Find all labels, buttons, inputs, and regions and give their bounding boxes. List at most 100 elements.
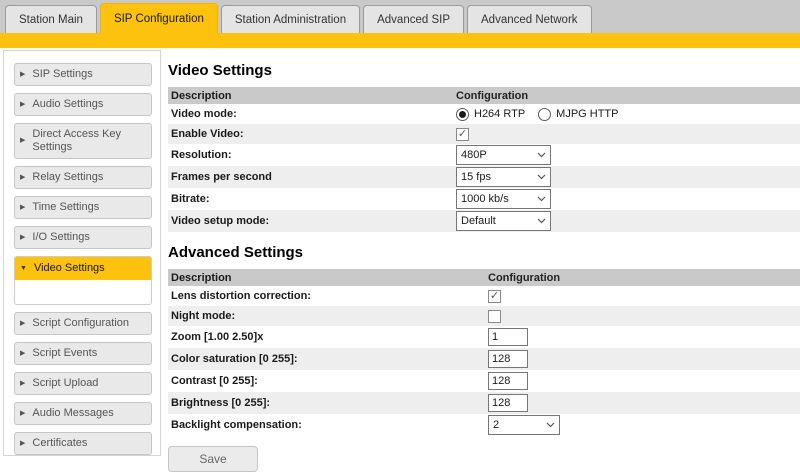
chevron-down-icon: [537, 218, 546, 224]
sidebar-item-script-configuration[interactable]: ▶ Script Configuration: [14, 312, 152, 335]
select-bitrate[interactable]: 1000 kb/s: [456, 189, 551, 209]
sidebar-item-certificates[interactable]: ▶ Certificates: [14, 432, 152, 455]
sidebar-item-label: I/O Settings: [32, 231, 89, 244]
sidebar-item-i-o-settings[interactable]: ▶I/O Settings: [14, 226, 152, 249]
sidebar-item-label: Audio Settings: [32, 98, 103, 111]
row-configuration: H264 RTP MJPG HTTP: [456, 108, 800, 121]
sidebar-item-label: Video Settings: [34, 262, 105, 274]
sidebar-item-label: Certificates: [32, 437, 87, 450]
column-header-label: Configuration: [488, 272, 560, 284]
sidebar-item-sip-settings[interactable]: ▶SIP Settings: [14, 63, 152, 86]
sidebar-item-audio-messages[interactable]: ▶Audio Messages: [14, 402, 152, 425]
table-header-row: DescriptionConfiguration: [168, 87, 800, 104]
table-row: Zoom [1.00 2.50]x: [168, 326, 800, 348]
sidebar-item-label: Script Configuration: [32, 317, 129, 330]
chevron-right-icon: ▶: [20, 98, 25, 111]
radio-label-mjpg-http: MJPG HTTP: [556, 108, 618, 120]
chevron-down-icon: [537, 196, 546, 202]
section-title: Advanced Settings: [168, 244, 800, 261]
sidebar-item-script-events[interactable]: ▶Script Events: [14, 342, 152, 365]
checkbox-night-mode[interactable]: [488, 310, 501, 323]
tab-station-main[interactable]: Station Main: [5, 5, 97, 33]
chevron-down-icon: [537, 174, 546, 180]
settings-table: DescriptionConfigurationVideo mode:H264 …: [168, 87, 800, 232]
select-value: 2: [493, 419, 499, 431]
row-configuration: [488, 372, 800, 390]
sidebar-item-label: SIP Settings: [32, 68, 92, 81]
select-video-setup-mode[interactable]: Default: [456, 211, 551, 231]
accent-bar: [0, 33, 800, 48]
select-resolution[interactable]: 480P: [456, 145, 551, 165]
table-row: Backlight compensation: 2: [168, 414, 800, 436]
row-label: Video setup mode:: [168, 215, 456, 227]
row-label: Contrast [0 255]:: [168, 375, 488, 387]
row-label: Video mode:: [168, 108, 456, 120]
input-color-saturation-0-255[interactable]: [488, 350, 528, 368]
sidebar-item-audio-settings[interactable]: ▶ Audio Settings: [14, 93, 152, 116]
chevron-right-icon: ▶: [20, 407, 25, 420]
row-configuration: 2: [488, 415, 800, 435]
input-brightness-0-255[interactable]: [488, 394, 528, 412]
table-row: Frames per second 15 fps: [168, 166, 800, 188]
sidebar-item-direct-access-key-settings[interactable]: ▶Direct Access Key Settings: [14, 123, 152, 159]
sidebar-item-relay-settings[interactable]: ▶ Relay Settings: [14, 166, 152, 189]
chevron-right-icon: ▶: [20, 437, 25, 450]
table-row: Resolution: 480P: [168, 144, 800, 166]
select-value: 1000 kb/s: [461, 193, 509, 205]
input-contrast-0-255[interactable]: [488, 372, 528, 390]
chevron-right-icon: ▶: [20, 317, 25, 330]
section-video-settings: Video SettingsDescriptionConfigurationVi…: [168, 62, 800, 232]
row-label: Color saturation [0 255]:: [168, 353, 488, 365]
select-frames-per-second[interactable]: 15 fps: [456, 167, 551, 187]
table-row: Video mode: H264 RTP MJPG HTTP: [168, 104, 800, 124]
checkbox-lens-distortion-correction[interactable]: ✓: [488, 290, 501, 303]
chevron-right-icon: ▶: [20, 201, 25, 214]
checkbox-enable-video[interactable]: ✓: [456, 128, 469, 141]
table-row: Video setup mode:Default: [168, 210, 800, 232]
tab-bar: Station MainSIP ConfigurationStation Adm…: [0, 0, 800, 33]
row-configuration: [488, 394, 800, 412]
radio-h264-rtp[interactable]: [456, 108, 469, 121]
row-label: Resolution:: [168, 149, 456, 161]
row-configuration: 15 fps: [456, 167, 800, 187]
sidebar-item-time-settings[interactable]: ▶Time Settings: [14, 196, 152, 219]
chevron-down-icon: [537, 152, 546, 158]
table-row: Lens distortion correction:✓: [168, 286, 800, 306]
sidebar-item-label: Direct Access Key Settings: [32, 128, 146, 154]
table-row: Brightness [0 255]:: [168, 392, 800, 414]
column-header-configuration: Configuration: [456, 90, 800, 102]
table-header-row: DescriptionConfiguration: [168, 269, 800, 286]
row-configuration: [488, 350, 800, 368]
chevron-down-icon: [546, 422, 555, 428]
sidebar-accordion-body: [15, 280, 151, 305]
sidebar-item-script-upload[interactable]: ▶Script Upload: [14, 372, 152, 395]
row-label: Night mode:: [168, 310, 488, 322]
chevron-right-icon: ▶: [20, 377, 25, 390]
select-value: 480P: [461, 149, 487, 161]
radio-label-h264-rtp: H264 RTP: [474, 108, 525, 120]
tab-station-administration[interactable]: Station Administration: [221, 5, 360, 33]
tab-advanced-sip[interactable]: Advanced SIP: [363, 5, 464, 33]
row-label: Frames per second: [168, 171, 456, 183]
row-configuration: [488, 310, 800, 323]
row-configuration: 480P: [456, 145, 800, 165]
select-value: 15 fps: [461, 171, 491, 183]
select-backlight-compensation[interactable]: 2: [488, 415, 560, 435]
chevron-right-icon: ▶: [20, 171, 25, 184]
row-configuration: Default: [456, 211, 800, 231]
row-configuration: 1000 kb/s: [456, 189, 800, 209]
sidebar: ▶SIP Settings▶Audio Settings▶Direct Acce…: [3, 50, 161, 456]
chevron-right-icon: ▶: [20, 347, 25, 360]
save-button[interactable]: Save: [168, 446, 258, 472]
table-row: Enable Video:✓: [168, 124, 800, 144]
input-zoom-1-00-2-50-x[interactable]: [488, 328, 528, 346]
sidebar-item-video-settings[interactable]: ▼Video Settings: [15, 257, 151, 280]
settings-table: DescriptionConfigurationLens distortion …: [168, 269, 800, 436]
tab-sip-configuration[interactable]: SIP Configuration: [100, 3, 218, 33]
radio-mjpg-http[interactable]: [538, 108, 551, 121]
sidebar-item-label: Relay Settings: [32, 171, 103, 184]
tab-advanced-network[interactable]: Advanced Network: [467, 5, 592, 33]
section-title: Video Settings: [168, 62, 800, 79]
column-header-description: Description: [168, 90, 456, 102]
row-label: Backlight compensation:: [168, 419, 488, 431]
